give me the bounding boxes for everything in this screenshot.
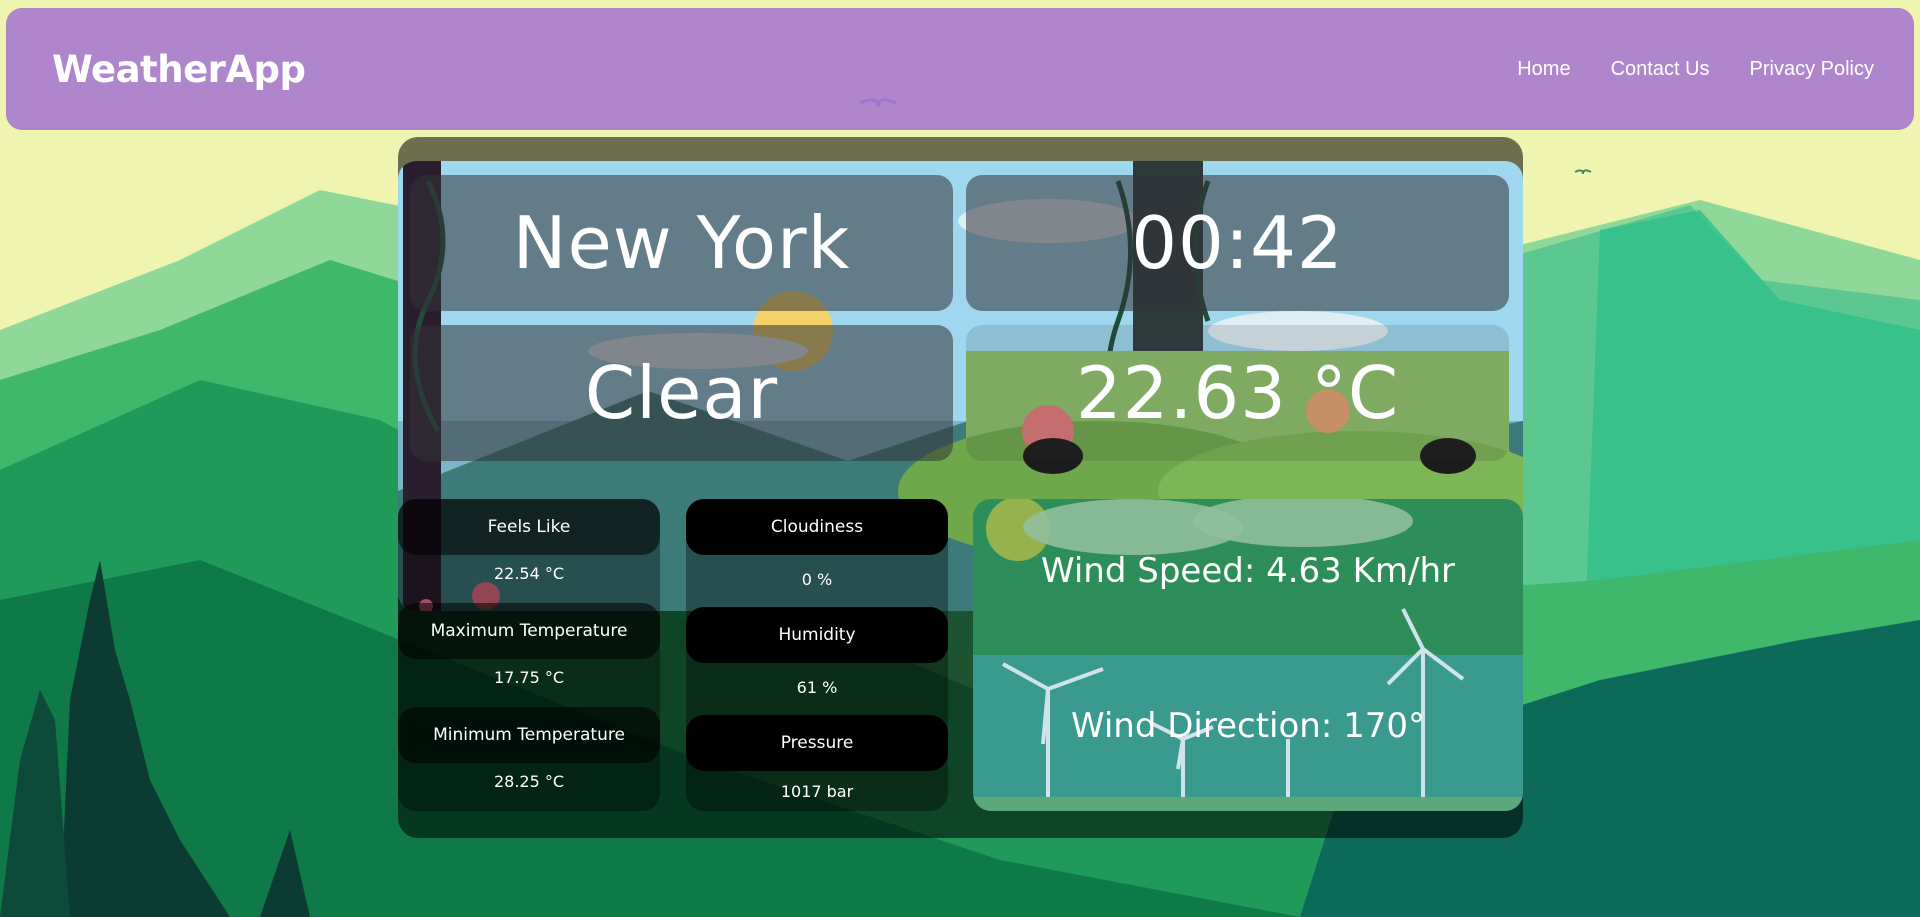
nav-link-contact-us[interactable]: Contact Us: [1611, 58, 1710, 81]
nav-link-home[interactable]: Home: [1517, 58, 1570, 81]
feels-like-label: Feels Like: [398, 499, 660, 555]
atmosphere-details: Cloudiness 0 % Humidity 61 % Pressure 10…: [686, 499, 948, 811]
wind-speed: Wind Speed: 4.63 Km/hr: [1040, 551, 1455, 591]
humidity-value: 61 %: [796, 677, 838, 697]
nav-link-privacy-policy[interactable]: Privacy Policy: [1750, 58, 1874, 81]
min-temp-label: Minimum Temperature: [398, 707, 660, 763]
temperature: 22.63 °C: [966, 325, 1509, 461]
pressure-value: 1017 bar: [780, 781, 854, 801]
cloudiness-value: 0 %: [801, 569, 833, 589]
weather-condition: Clear: [410, 325, 953, 461]
weather-container: New York 00:42 Clear 22.63 °C Feels Like…: [398, 137, 1523, 838]
city-name: New York: [410, 175, 953, 311]
feels-like-value: 22.54 °C: [493, 563, 565, 583]
temperature-details: Feels Like 22.54 °C Maximum Temperature …: [398, 499, 660, 811]
pressure-label: Pressure: [686, 715, 948, 771]
cloudiness-label: Cloudiness: [686, 499, 948, 555]
navbar: WeatherApp Home Contact Us Privacy Polic…: [6, 8, 1914, 130]
wind-card: Wind Speed: 4.63 Km/hr Wind Direction: 1…: [973, 499, 1523, 811]
humidity-label: Humidity: [686, 607, 948, 663]
local-time: 00:42: [966, 175, 1509, 311]
wind-direction: Wind Direction: 170°: [1070, 706, 1425, 746]
nav-links: Home Contact Us Privacy Policy: [1517, 58, 1874, 81]
min-temp-value: 28.25 °C: [493, 771, 565, 791]
wind-turbine-image: [973, 499, 1523, 811]
max-temp-label: Maximum Temperature: [398, 603, 660, 659]
brand-logo[interactable]: WeatherApp: [52, 48, 306, 91]
max-temp-value: 17.75 °C: [493, 667, 565, 687]
